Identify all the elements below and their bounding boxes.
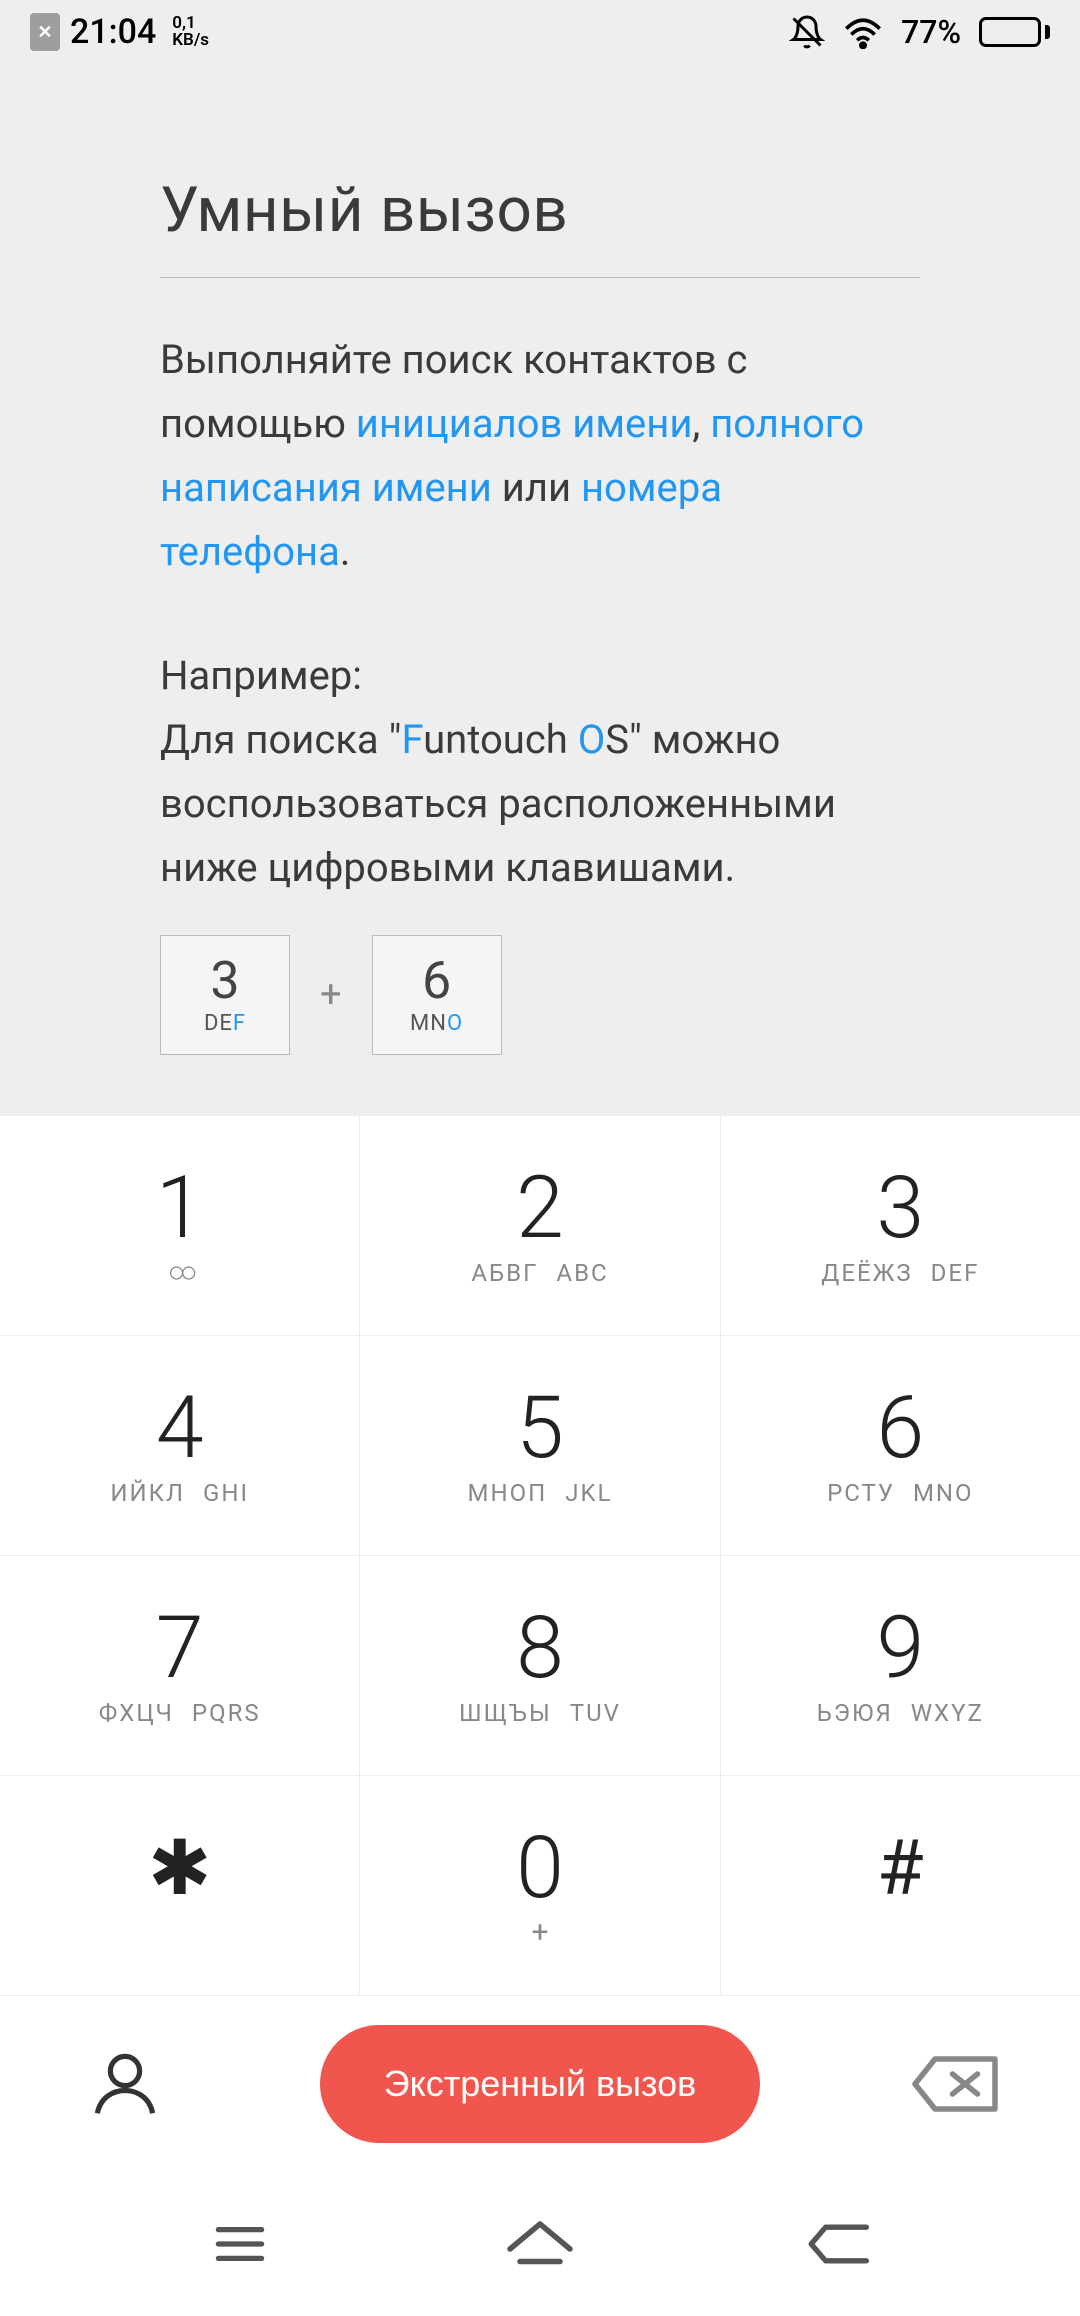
wifi-icon <box>843 15 883 49</box>
key-hash[interactable]: # <box>721 1775 1080 1995</box>
dialpad: 1 ○○ 2 АБВГABC 3 ДЕЁЖЗDEF 4 ИЙКЛGHI 5 МН… <box>0 1115 1080 1995</box>
nav-back-button[interactable] <box>780 2214 900 2274</box>
navigation-bar <box>0 2173 1080 2316</box>
example-keys: 3 DEF + 6 MNO <box>160 935 920 1055</box>
backspace-button[interactable] <box>900 2054 1010 2114</box>
key-7[interactable]: 7 ФХЦЧPQRS <box>0 1555 360 1775</box>
nav-recent-button[interactable] <box>180 2214 300 2274</box>
no-sim-icon <box>30 13 60 51</box>
key-4[interactable]: 4 ИЙКЛGHI <box>0 1335 360 1555</box>
example-key-3: 3 DEF <box>160 935 290 1055</box>
emergency-call-button[interactable]: Экстренный вызов <box>320 2025 761 2143</box>
plus-icon: + <box>320 973 342 1017</box>
info-example: Например: Для поиска "Funtouch OS" можно… <box>160 644 920 900</box>
battery-percent: 77% <box>901 13 961 51</box>
nav-home-button[interactable] <box>480 2214 600 2274</box>
info-description: Выполняйте поиск контактов с помощью ини… <box>160 328 920 584</box>
voicemail-icon: ○○ <box>168 1255 192 1290</box>
battery-icon <box>979 17 1050 47</box>
key-3[interactable]: 3 ДЕЁЖЗDEF <box>721 1115 1080 1335</box>
example-key-6: 6 MNO <box>372 935 502 1055</box>
key-star[interactable]: ✱ <box>0 1775 360 1995</box>
contacts-button[interactable] <box>70 2045 180 2123</box>
info-title: Умный вызов <box>160 174 920 247</box>
key-5[interactable]: 5 МНОПJKL <box>360 1335 720 1555</box>
key-2[interactable]: 2 АБВГABC <box>360 1115 720 1335</box>
smart-dial-info: Умный вызов Выполняйте поиск контактов с… <box>0 64 1080 1115</box>
dnd-icon <box>789 14 825 50</box>
key-9[interactable]: 9 ЬЭЮЯWXYZ <box>721 1555 1080 1775</box>
link-initials[interactable]: инициалов имени <box>356 400 693 447</box>
key-6[interactable]: 6 РСТУMNO <box>721 1335 1080 1555</box>
divider <box>160 277 920 278</box>
key-8[interactable]: 8 ШЩЪЫTUV <box>360 1555 720 1775</box>
status-time: 21:04 <box>70 12 156 52</box>
network-rate: 0,1 KB/s <box>172 15 209 49</box>
status-bar: 21:04 0,1 KB/s 77% <box>0 0 1080 64</box>
key-0[interactable]: 0 + <box>360 1775 720 1995</box>
key-1[interactable]: 1 ○○ <box>0 1115 360 1335</box>
dialer-actions: Экстренный вызов <box>0 1995 1080 2172</box>
